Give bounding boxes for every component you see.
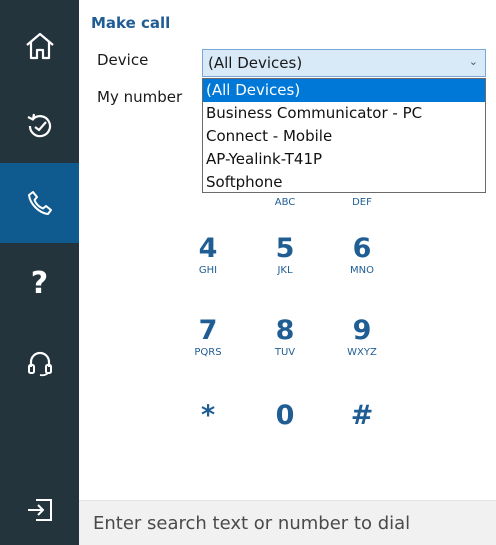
- device-option[interactable]: (All Devices): [203, 79, 485, 102]
- make-call-panel: Make call Device My number ABC DEF 4 GHI …: [79, 0, 496, 545]
- section-title: Make call: [91, 14, 171, 32]
- device-select[interactable]: (All Devices) ⌄: [202, 49, 486, 77]
- device-option[interactable]: Softphone: [203, 171, 485, 194]
- key-digit: 5: [275, 233, 295, 264]
- key-letters: WXYZ: [347, 347, 377, 358]
- key-6[interactable]: 6 MNO: [332, 233, 392, 277]
- my-number-label: My number: [97, 88, 183, 106]
- key-letters: JKL: [277, 265, 293, 276]
- key-digit: 4: [198, 233, 218, 264]
- key-digit: 6: [352, 233, 372, 264]
- device-option[interactable]: AP-Yealink-T41P: [203, 148, 485, 171]
- device-select-value: (All Devices): [208, 54, 303, 72]
- key-digit: 7: [198, 315, 218, 346]
- key-8[interactable]: 8 TUV: [255, 315, 315, 359]
- nav-help[interactable]: ?: [0, 243, 79, 323]
- key-4[interactable]: 4 GHI: [178, 233, 238, 277]
- key-letters: MNO: [350, 265, 374, 276]
- key-7[interactable]: 7 PQRS: [178, 315, 238, 359]
- key-digit: *: [200, 400, 216, 431]
- nav-logout[interactable]: [0, 472, 79, 545]
- search-input[interactable]: Enter search text or number to dial: [79, 500, 496, 545]
- key-2-letters: ABC: [274, 197, 296, 208]
- key-letters: PQRS: [194, 347, 222, 358]
- key-letters: GHI: [198, 265, 218, 276]
- device-dropdown-list: (All Devices) Business Communicator - PC…: [202, 78, 486, 193]
- key-letters: TUV: [274, 347, 296, 358]
- search-placeholder: Enter search text or number to dial: [93, 512, 411, 534]
- key-digit: 9: [352, 315, 372, 346]
- key-star[interactable]: *: [178, 400, 238, 432]
- nav-home[interactable]: [0, 6, 79, 86]
- key-9[interactable]: 9 WXYZ: [332, 315, 392, 359]
- device-option[interactable]: Business Communicator - PC: [203, 102, 485, 125]
- device-option[interactable]: Connect - Mobile: [203, 125, 485, 148]
- nav-call[interactable]: [0, 163, 79, 243]
- headset-icon: [27, 351, 52, 377]
- logout-icon: [27, 498, 52, 521]
- chevron-down-icon: ⌄: [468, 55, 478, 68]
- key-hash[interactable]: #: [332, 400, 392, 432]
- home-icon: [25, 32, 54, 60]
- key-digit: 0: [275, 400, 295, 431]
- sidebar: ?: [0, 0, 79, 545]
- device-label: Device: [97, 51, 149, 69]
- history-icon: [27, 113, 51, 138]
- key-5[interactable]: 5 JKL: [255, 233, 315, 277]
- key-3-letters: DEF: [352, 197, 372, 208]
- nav-history[interactable]: [0, 86, 79, 166]
- key-0[interactable]: 0: [255, 400, 315, 432]
- key-digit: #: [350, 400, 374, 431]
- help-icon: ?: [30, 265, 49, 301]
- phone-icon: [27, 191, 52, 215]
- key-digit: 8: [275, 315, 295, 346]
- nav-headset[interactable]: [0, 323, 79, 403]
